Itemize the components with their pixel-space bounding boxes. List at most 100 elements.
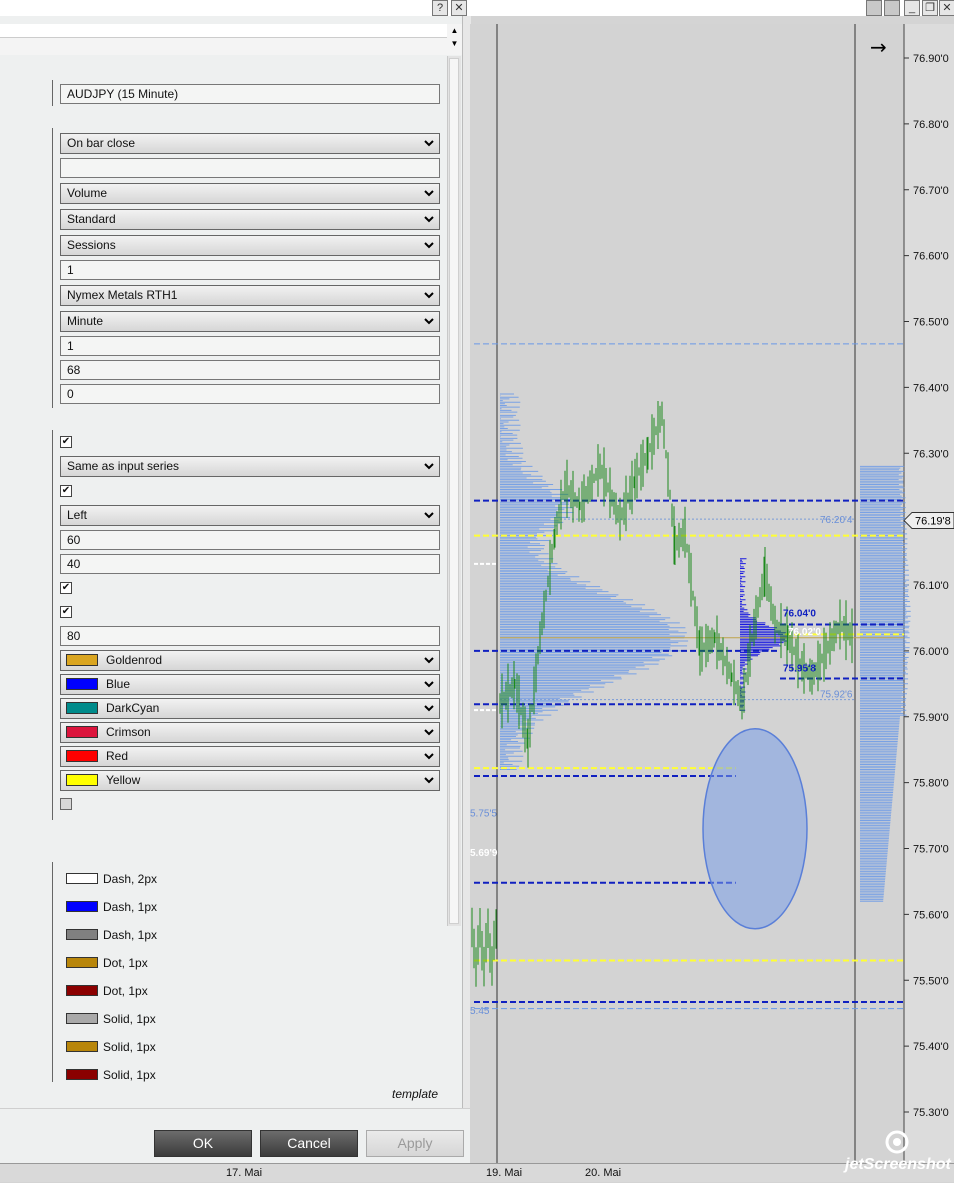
fill-source-select[interactable]: Same as input series [60, 456, 440, 477]
restore-button[interactable]: ❐ [922, 0, 938, 16]
stroke-label: Solid, 1px [103, 1068, 156, 1082]
calculate-select[interactable]: On bar close [60, 133, 440, 154]
stroke-item[interactable]: Dash, 1px [66, 928, 157, 942]
stroke-item[interactable]: Dot, 1px [66, 956, 148, 970]
resolution-type-select[interactable]: Minute [60, 311, 440, 332]
price-label: 76.50'0 [913, 317, 949, 329]
stroke-swatch [66, 985, 98, 997]
stroke-label: Dot, 1px [103, 956, 148, 970]
chevron-down-icon [424, 292, 434, 299]
x-label-20-mai: 20. Mai [585, 1167, 622, 1179]
stroke-label: Solid, 1px [103, 1012, 156, 1026]
price-label: 76.80'0 [913, 119, 949, 131]
input-series-field[interactable]: AUDJPY (15 Minute) [60, 84, 440, 104]
session-template-value: Nymex Metals RTH1 [67, 288, 178, 302]
indicator-list-strip[interactable] [0, 24, 447, 38]
stroke-label: Dash, 1px [103, 928, 158, 942]
fill-source-value: Same as input series [67, 459, 180, 473]
stroke-item[interactable]: Solid, 1px [66, 1068, 156, 1082]
properties-scrollbar[interactable] [447, 56, 461, 926]
label-left-1: 5.75'5 [470, 808, 497, 819]
price-label: 76.60'0 [913, 251, 949, 263]
period-count-field[interactable]: 1 [60, 260, 440, 280]
chevron-down-icon [424, 705, 434, 712]
watermark-text: jetScreenshot [845, 1156, 951, 1173]
chart-close-button[interactable]: ✕ [939, 0, 954, 16]
period-value: Sessions [67, 238, 116, 252]
color-swatch [66, 653, 98, 666]
session-template-select[interactable]: Nymex Metals RTH1 [60, 285, 440, 306]
value-area-field[interactable]: 68 [60, 360, 440, 380]
volume-type-value: Volume [67, 186, 108, 200]
checkbox-2[interactable]: ✔ [60, 485, 72, 497]
apply-button[interactable]: Apply [366, 1130, 464, 1157]
alignment-select[interactable]: Left [60, 505, 440, 526]
opacity-2-field[interactable]: 80 [60, 626, 440, 646]
stroke-item[interactable]: Dash, 1px [66, 900, 157, 914]
minimize-button[interactable]: _ [904, 0, 920, 16]
time-axis: 17. Mai 19. Mai 20. Mai [0, 1163, 954, 1182]
stroke-item[interactable]: Dash, 2px [66, 872, 157, 886]
list-scroll-arrows[interactable]: ▲ ▼ [448, 24, 461, 52]
checkbox-5[interactable] [60, 798, 72, 810]
cancel-button[interactable]: Cancel [260, 1130, 358, 1157]
chevron-down-icon [424, 729, 434, 736]
stroke-item[interactable]: Solid, 1px [66, 1012, 156, 1026]
scrollbar-thumb[interactable] [449, 58, 459, 924]
color-name: Goldenrod [106, 653, 163, 667]
price-label: 75.70'0 [913, 844, 949, 856]
color-swatch [66, 701, 98, 714]
label-field[interactable] [60, 158, 440, 178]
volume-type-select[interactable]: Volume [60, 183, 440, 204]
color-select-crimson[interactable]: Crimson [60, 722, 440, 743]
stroke-item[interactable]: Solid, 1px [66, 1040, 156, 1054]
price-label: 75.60'0 [913, 909, 949, 921]
color-select-darkcyan[interactable]: DarkCyan [60, 698, 440, 719]
price-label: 75.90'0 [913, 712, 949, 724]
label-poc-mid: 76.02'0 [788, 627, 821, 638]
label-vah: 76.20'4 [820, 515, 853, 526]
stroke-label: Dash, 1px [103, 900, 158, 914]
stroke-swatch [66, 957, 98, 969]
resolution-value-field[interactable]: 1 [60, 336, 440, 356]
stroke-label: Solid, 1px [103, 1040, 156, 1054]
chevron-down-icon [424, 190, 434, 197]
checkbox-1[interactable]: ✔ [60, 436, 72, 448]
color-select-goldenrod[interactable]: Goldenrod [60, 650, 440, 671]
chevron-down-icon [424, 512, 434, 519]
label-left-3: 5.45 [470, 1006, 490, 1017]
price-chart[interactable]: 76.90'0 76.80'0 76.70'0 76.60'0 76.50'0 76.40… [470, 24, 954, 1163]
section-separator [52, 862, 53, 1082]
section-separator [52, 80, 53, 106]
template-link[interactable]: template [392, 1087, 438, 1101]
help-button[interactable]: ? [432, 0, 448, 16]
toolbar-button[interactable] [866, 0, 882, 16]
close-button[interactable]: ✕ [451, 0, 467, 16]
ok-button[interactable]: OK [154, 1130, 252, 1157]
period-select[interactable]: Sessions [60, 235, 440, 256]
calculate-value: On bar close [67, 136, 136, 150]
color-select-yellow[interactable]: Yellow [60, 770, 440, 791]
color-select-blue[interactable]: Blue [60, 674, 440, 695]
checkbox-4[interactable]: ✔ [60, 606, 72, 618]
width-field[interactable]: 60 [60, 530, 440, 550]
toolbar-button[interactable] [884, 0, 900, 16]
section-separator [52, 128, 53, 408]
chart-panel[interactable]: 76.90'0 76.80'0 76.70'0 76.60'0 76.50'0 76.40… [470, 24, 954, 1163]
profile-type-select[interactable]: Standard [60, 209, 440, 230]
checkbox-3[interactable]: ✔ [60, 582, 72, 594]
chevron-down-icon [424, 681, 434, 688]
price-label: 76.10'0 [913, 580, 949, 592]
x-label-19-mai: 19. Mai [486, 1167, 523, 1179]
stroke-item[interactable]: Dot, 1px [66, 984, 148, 998]
chevron-down-icon [424, 463, 434, 470]
stroke-swatch [66, 1013, 98, 1025]
opacity-field[interactable]: 40 [60, 554, 440, 574]
stroke-swatch [66, 1069, 98, 1081]
color-select-red[interactable]: Red [60, 746, 440, 767]
price-label: 76.30'0 [913, 448, 949, 460]
price-label: 76.90'0 [913, 53, 949, 65]
chevron-down-icon [424, 753, 434, 760]
displacement-field[interactable]: 0 [60, 384, 440, 404]
properties-dialog: ? ✕ ▲ ▼ AUDJPY (15 Minute) On bar close V… [0, 0, 471, 1164]
